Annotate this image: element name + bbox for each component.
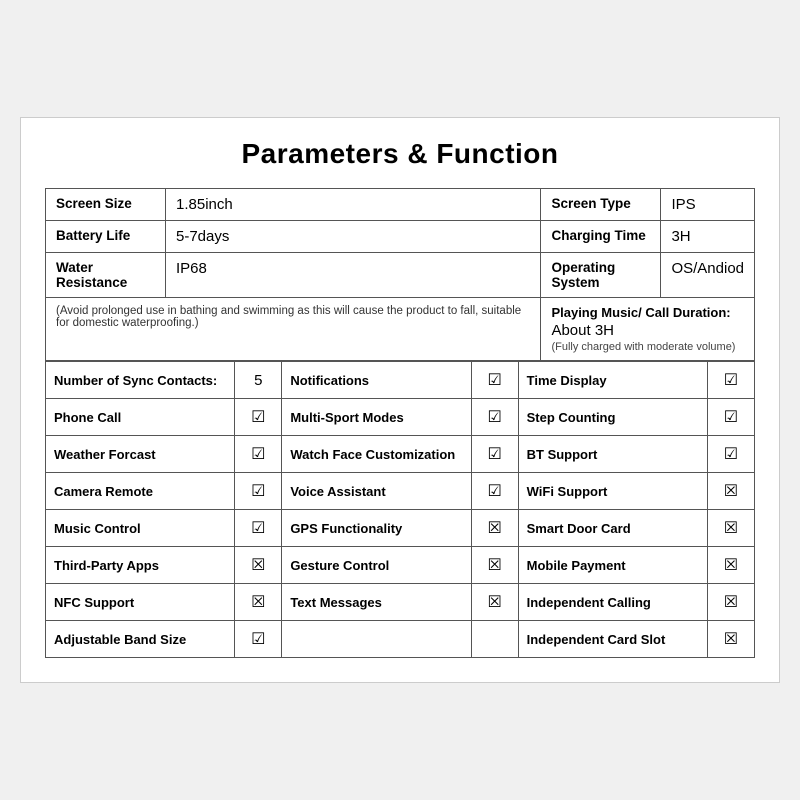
feat-music-check — [235, 510, 282, 547]
spec-label-charging: Charging Time — [541, 221, 661, 253]
feat-phonecall-check — [235, 399, 282, 436]
page: Parameters & Function Screen Size 1.85in… — [20, 117, 780, 683]
feat-stepcounting-check — [707, 399, 754, 436]
feat-btsupport-label: BT Support — [518, 436, 707, 473]
spec-label-screen-type: Screen Type — [541, 189, 661, 221]
feat-camera-label: Camera Remote — [46, 473, 235, 510]
feat-wifi-label: WiFi Support — [518, 473, 707, 510]
features-table: Number of Sync Contacts: 5 Notifications… — [45, 361, 755, 658]
feat-cardslot-label: Independent Card Slot — [518, 621, 707, 658]
music-call-value: About 3H — [551, 322, 744, 339]
feat-adjband-check — [235, 621, 282, 658]
page-title: Parameters & Function — [45, 138, 755, 170]
feat-adjband-label: Adjustable Band Size — [46, 621, 235, 658]
feat-mobilepay-check — [707, 547, 754, 584]
spec-value-charging: 3H — [661, 221, 755, 253]
spec-label-os: Operating System — [541, 253, 661, 298]
feat-gesture-label: Gesture Control — [282, 547, 471, 584]
feat-camera-check — [235, 473, 282, 510]
feat-voice-label: Voice Assistant — [282, 473, 471, 510]
feat-stepcounting-label: Step Counting — [518, 399, 707, 436]
feat-sync-label: Number of Sync Contacts: — [46, 362, 235, 399]
feat-notif-check — [471, 362, 518, 399]
feat-weather-label: Weather Forcast — [46, 436, 235, 473]
specs-table: Screen Size 1.85inch Screen Type IPS Bat… — [45, 188, 755, 361]
feat-empty-label — [282, 621, 471, 658]
spec-value-screen-type: IPS — [661, 189, 755, 221]
feat-sync-value: 5 — [235, 362, 282, 399]
feat-gps-label: GPS Functionality — [282, 510, 471, 547]
music-call-sub: (Fully charged with moderate volume) — [551, 341, 744, 353]
feat-nfc-check — [235, 584, 282, 621]
feat-voice-check — [471, 473, 518, 510]
feat-timedisplay-label: Time Display — [518, 362, 707, 399]
feat-textmsg-check — [471, 584, 518, 621]
feat-music-label: Music Control — [46, 510, 235, 547]
feat-indcalling-check — [707, 584, 754, 621]
feat-cardslot-check — [707, 621, 754, 658]
spec-value-os: OS/Andiod — [661, 253, 755, 298]
feat-thirdparty-check — [235, 547, 282, 584]
spec-value-water: IP68 — [166, 253, 541, 298]
spec-value-screen-size: 1.85inch — [166, 189, 541, 221]
feat-nfc-label: NFC Support — [46, 584, 235, 621]
music-call-label: Playing Music/ Call Duration: — [551, 305, 744, 320]
spec-label-screen-size: Screen Size — [46, 189, 166, 221]
spec-label-battery: Battery Life — [46, 221, 166, 253]
feat-weather-check — [235, 436, 282, 473]
feat-timedisplay-check — [707, 362, 754, 399]
feat-wifi-check — [707, 473, 754, 510]
feat-watchface-check — [471, 436, 518, 473]
feat-textmsg-label: Text Messages — [282, 584, 471, 621]
feat-notif-label: Notifications — [282, 362, 471, 399]
feat-thirdparty-label: Third-Party Apps — [46, 547, 235, 584]
feat-watchface-label: Watch Face Customization — [282, 436, 471, 473]
waterproof-note: (Avoid prolonged use in bathing and swim… — [46, 298, 541, 361]
feat-gesture-check — [471, 547, 518, 584]
feat-multisport-label: Multi-Sport Modes — [282, 399, 471, 436]
feat-indcalling-label: Independent Calling — [518, 584, 707, 621]
feat-multisport-check — [471, 399, 518, 436]
spec-value-battery: 5-7days — [166, 221, 541, 253]
feat-smartdoor-check — [707, 510, 754, 547]
spec-label-water: Water Resistance — [46, 253, 166, 298]
feat-btsupport-check — [707, 436, 754, 473]
feat-phonecall-label: Phone Call — [46, 399, 235, 436]
feat-smartdoor-label: Smart Door Card — [518, 510, 707, 547]
feat-gps-check — [471, 510, 518, 547]
feat-mobilepay-label: Mobile Payment — [518, 547, 707, 584]
feat-empty-check — [471, 621, 518, 658]
